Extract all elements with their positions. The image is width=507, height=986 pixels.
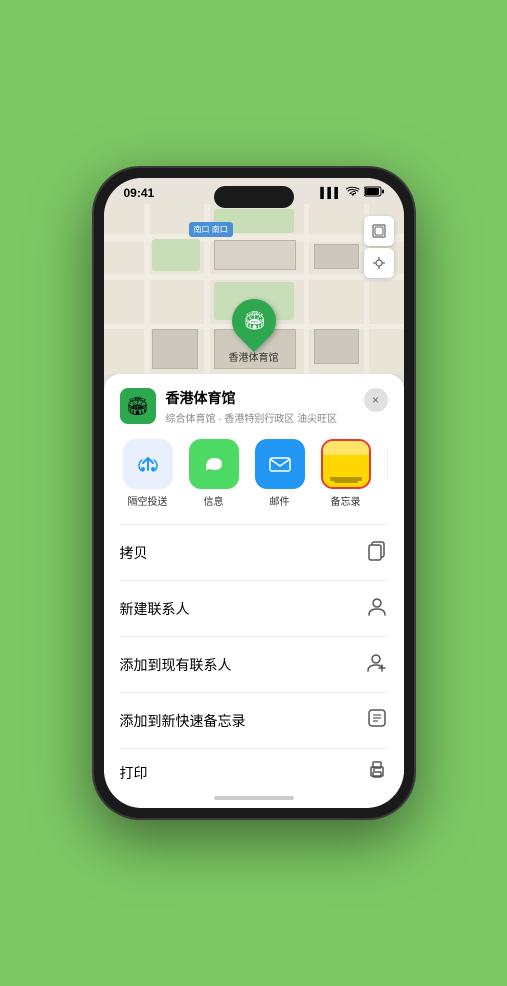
- phone-screen: 09:41 ▌▌▌: [104, 178, 404, 808]
- signal-icon: ▌▌▌: [320, 188, 341, 199]
- print-icon: [366, 759, 388, 786]
- copy-label: 拷贝: [120, 543, 148, 563]
- close-button[interactable]: ×: [364, 388, 388, 412]
- share-item-airdrop[interactable]: 隔空投送: [120, 439, 176, 508]
- share-row: 隔空投送 信息: [120, 439, 388, 508]
- wifi-icon: [346, 186, 360, 200]
- add-contact-icon: [366, 651, 388, 678]
- status-bar: 09:41 ▌▌▌: [104, 178, 404, 204]
- share-item-more[interactable]: 提: [384, 439, 388, 508]
- share-item-notes[interactable]: 备忘录: [318, 439, 374, 508]
- mail-icon[interactable]: [255, 439, 305, 489]
- venue-pin: 🏟 香港体育馆: [229, 299, 279, 364]
- notes-icon[interactable]: [321, 439, 371, 489]
- venue-info: 香港体育馆 综合体育馆 · 香港特别行政区 油尖旺区: [166, 388, 364, 425]
- venue-desc: 综合体育馆 · 香港特别行政区 油尖旺区: [166, 410, 364, 425]
- sheet-header: 🏟 香港体育馆 综合体育馆 · 香港特别行政区 油尖旺区 ×: [120, 388, 388, 425]
- map-controls[interactable]: [364, 216, 394, 278]
- action-print[interactable]: 打印: [120, 749, 388, 792]
- quick-note-icon: [366, 707, 388, 734]
- map-area: 南口 南口: [104, 204, 404, 374]
- action-list: 拷贝 新建联系人: [120, 524, 388, 792]
- airdrop-icon[interactable]: [123, 439, 173, 489]
- quick-note-label: 添加到新快速备忘录: [120, 711, 246, 731]
- share-item-mail[interactable]: 邮件: [252, 439, 308, 508]
- notes-label: 备忘录: [331, 493, 361, 508]
- venue-name: 香港体育馆: [166, 388, 364, 408]
- airdrop-label: 隔空投送: [128, 493, 168, 508]
- map-layers-button[interactable]: [364, 216, 394, 246]
- pin-circle: 🏟: [222, 290, 284, 352]
- share-item-messages[interactable]: 信息: [186, 439, 242, 508]
- mail-label: 邮件: [270, 493, 290, 508]
- action-quick-note[interactable]: 添加到新快速备忘录: [120, 693, 388, 749]
- add-contact-label: 添加到现有联系人: [120, 655, 232, 675]
- home-indicator: [214, 796, 294, 800]
- copy-icon: [366, 539, 388, 566]
- map-location-button[interactable]: [364, 248, 394, 278]
- action-new-contact[interactable]: 新建联系人: [120, 581, 388, 637]
- new-contact-label: 新建联系人: [120, 599, 190, 619]
- nankou-label: 南口 南口: [189, 222, 233, 237]
- battery-icon: [364, 186, 384, 200]
- phone-frame: 09:41 ▌▌▌: [94, 168, 414, 818]
- messages-icon[interactable]: [189, 439, 239, 489]
- new-contact-icon: [366, 595, 388, 622]
- pin-icon: 🏟: [242, 311, 265, 332]
- print-label: 打印: [120, 763, 148, 783]
- dynamic-island: [214, 186, 294, 208]
- action-copy[interactable]: 拷贝: [120, 525, 388, 581]
- bottom-sheet: 🏟 香港体育馆 综合体育馆 · 香港特别行政区 油尖旺区 ×: [104, 374, 404, 808]
- status-icons: ▌▌▌: [320, 186, 383, 200]
- action-add-contact[interactable]: 添加到现有联系人: [120, 637, 388, 693]
- more-icon[interactable]: [387, 439, 388, 489]
- venue-icon: 🏟: [120, 388, 156, 424]
- status-time: 09:41: [124, 186, 155, 200]
- messages-label: 信息: [204, 493, 224, 508]
